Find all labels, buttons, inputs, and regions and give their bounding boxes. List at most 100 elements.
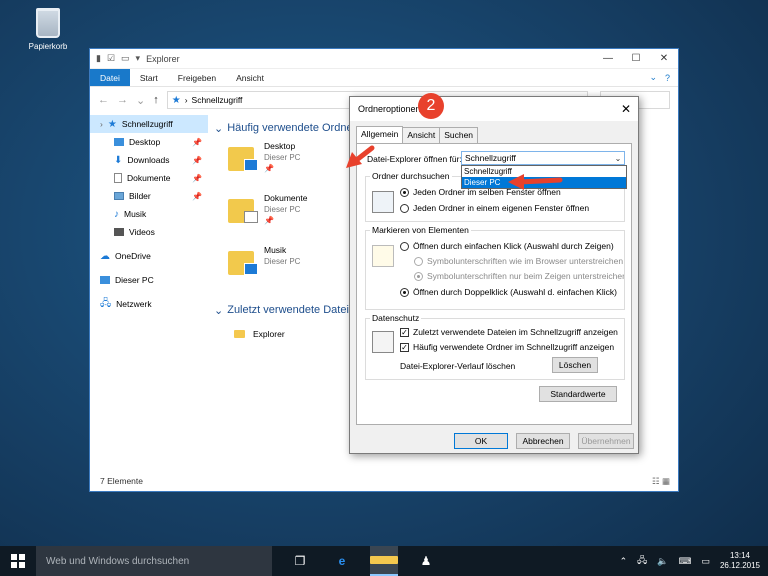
privacy-icon	[372, 331, 394, 353]
tab-ansicht[interactable]: Ansicht	[402, 127, 441, 144]
maximize-button[interactable]: ☐	[622, 53, 650, 64]
view-toggle-icons[interactable]: ☷ ▦	[652, 476, 670, 487]
sidebar-item-desktop[interactable]: Desktop 📌	[90, 133, 208, 151]
sidebar-item-dokumente[interactable]: Dokumente 📌	[90, 169, 208, 187]
video-icon	[114, 228, 124, 236]
keyboard-icon[interactable]: ⌨	[678, 556, 691, 567]
clear-history-button[interactable]: Löschen	[552, 357, 598, 373]
network-icon[interactable]: 🖧	[637, 553, 647, 569]
item-count: 7 Elemente	[100, 476, 143, 486]
folder-icon[interactable]: ▮	[96, 53, 101, 64]
taskbar-search[interactable]: Web und Windows durchsuchen	[36, 546, 272, 576]
recent-locations-icon[interactable]: ⌄	[136, 94, 145, 107]
volume-icon[interactable]: 🔈	[657, 556, 668, 567]
tab-freigeben[interactable]: Freigeben	[168, 69, 226, 86]
explorer-icon	[234, 330, 245, 338]
sidebar-item-label: Dokumente	[127, 173, 171, 183]
new-folder-icon[interactable]: ▭	[121, 53, 130, 64]
apply-button[interactable]: Übernehmen	[578, 433, 634, 449]
network-icon: 🖧	[100, 297, 112, 309]
double-click-radio[interactable]: Öffnen durch Doppelklick (Auswahl d. ein…	[400, 287, 624, 297]
ok-button[interactable]: OK	[454, 433, 508, 449]
restore-defaults-button[interactable]: Standardwerte	[539, 386, 617, 402]
group-caption: Markieren von Elementen	[370, 225, 471, 235]
chevron-down-icon: ⌄	[214, 122, 224, 135]
section-title: Zuletzt verwendete Dateien	[227, 304, 362, 316]
sidebar-item-onedrive[interactable]: ☁ OneDrive	[90, 247, 208, 265]
sidebar-item-label: Schnellzugriff	[121, 119, 173, 129]
app-icon[interactable]: ♟	[412, 554, 440, 568]
cancel-button[interactable]: Abbrechen	[516, 433, 570, 449]
option-label: Häufig verwendete Ordner im Schnellzugri…	[413, 342, 615, 352]
dropdown-option-schnellzugriff[interactable]: Schnellzugriff	[462, 166, 626, 177]
click-items-icon	[372, 245, 394, 267]
folder-location: Dieser PC	[264, 153, 301, 162]
notification-icon[interactable]: ▭	[701, 556, 710, 567]
back-icon[interactable]: ←	[98, 94, 109, 106]
minimize-button[interactable]: —	[594, 53, 622, 64]
browse-new-window-radio[interactable]: Jeden Ordner in einem eigenen Fenster öf…	[400, 203, 622, 213]
group-caption: Datenschutz	[370, 313, 422, 323]
ribbon-tabs: Datei Start Freigeben Ansicht ⌄ ?	[90, 69, 678, 87]
browse-folders-icon	[372, 191, 394, 213]
single-click-radio[interactable]: Öffnen durch einfachen Klick (Auswahl du…	[400, 241, 624, 251]
clock[interactable]: 13:14 26.12.2015	[720, 551, 760, 571]
sidebar-item-label: Downloads	[127, 155, 170, 165]
taskbar-apps: ❐ e ♟	[286, 546, 440, 576]
dialog-titlebar: Ordneroptionen ✕	[350, 97, 638, 121]
option-label: Symbolunterschriften wie im Browser unte…	[427, 256, 624, 266]
tab-datei[interactable]: Datei	[90, 69, 130, 86]
underline-browser-radio[interactable]: Symbolunterschriften wie im Browser unte…	[414, 256, 624, 266]
tab-panel-allgemein: Datei-Explorer öffnen für: Schnellzugrif…	[356, 143, 632, 425]
sidebar-item-videos[interactable]: Videos	[90, 223, 208, 241]
chevron-down-icon[interactable]: ▾	[136, 53, 141, 64]
chevron-down-icon: ⌄	[214, 304, 224, 317]
help-icon[interactable]: ?	[665, 73, 670, 83]
chevron-up-icon[interactable]: ⌃	[620, 556, 628, 567]
sidebar-item-bilder[interactable]: Bilder 📌	[90, 187, 208, 205]
tab-suchen[interactable]: Suchen	[439, 127, 479, 144]
download-arrow-icon: ⬇	[114, 154, 123, 166]
sidebar-item-label: Videos	[129, 227, 155, 237]
open-explorer-select[interactable]: Schnellzugriff ⌄	[461, 151, 625, 165]
checkbox-indicator: ✓	[400, 327, 409, 337]
dropdown-option-dieser-pc[interactable]: Dieser PC	[462, 177, 626, 188]
tab-start[interactable]: Start	[130, 69, 168, 86]
show-recent-files-checkbox[interactable]: ✓ Zuletzt verwendete Dateien im Schnellz…	[400, 327, 624, 337]
radio-indicator	[400, 203, 409, 213]
expand-ribbon-icon[interactable]: ⌄	[649, 72, 657, 83]
file-explorer-icon[interactable]	[370, 546, 398, 576]
select-value: Schnellzugriff	[465, 153, 516, 163]
computer-icon	[100, 276, 110, 284]
sidebar-item-musik[interactable]: ♪ Musik	[90, 205, 208, 223]
forward-icon[interactable]: →	[117, 94, 128, 106]
start-button[interactable]	[0, 554, 36, 568]
dialog-title: Ordneroptionen	[358, 104, 421, 114]
tab-ansicht[interactable]: Ansicht	[226, 69, 274, 86]
option-label: Öffnen durch Doppelklick (Auswahl d. ein…	[413, 287, 617, 297]
edge-icon[interactable]: e	[328, 554, 356, 568]
sidebar-item-netzwerk[interactable]: 🖧 Netzwerk	[90, 295, 208, 313]
section-title: Häufig verwendete Ordner	[227, 122, 357, 134]
tab-allgemein[interactable]: Allgemein	[356, 126, 404, 143]
task-view-icon[interactable]: ❐	[286, 554, 314, 568]
sidebar-item-dieser-pc[interactable]: Dieser PC	[90, 271, 208, 289]
close-button[interactable]: ✕	[650, 53, 678, 64]
sidebar-item-label: OneDrive	[115, 251, 151, 261]
up-icon[interactable]: ↑	[153, 94, 159, 106]
sidebar-item-schnellzugriff[interactable]: › ★ Schnellzugriff	[90, 115, 208, 133]
underline-hover-radio[interactable]: Symbolunterschriften nur beim Zeigen unt…	[414, 271, 624, 281]
file-name: Explorer	[253, 329, 285, 339]
chevron-down-icon: ⌄	[614, 153, 622, 163]
sidebar-item-downloads[interactable]: ⬇ Downloads 📌	[90, 151, 208, 169]
sidebar-item-label: Musik	[124, 209, 147, 219]
recycle-bin-icon	[36, 8, 60, 38]
show-frequent-folders-checkbox[interactable]: ✓ Häufig verwendete Ordner im Schnellzug…	[400, 342, 624, 352]
properties-icon[interactable]: ☑	[107, 53, 115, 64]
sidebar-item-label: Desktop	[129, 137, 161, 147]
expand-arrow-icon: ›	[100, 119, 103, 129]
folder-location: Dieser PC	[264, 205, 301, 214]
dialog-close-button[interactable]: ✕	[614, 102, 638, 116]
recycle-bin[interactable]: Papierkorb	[22, 8, 74, 51]
documents-folder-icon	[228, 193, 258, 223]
